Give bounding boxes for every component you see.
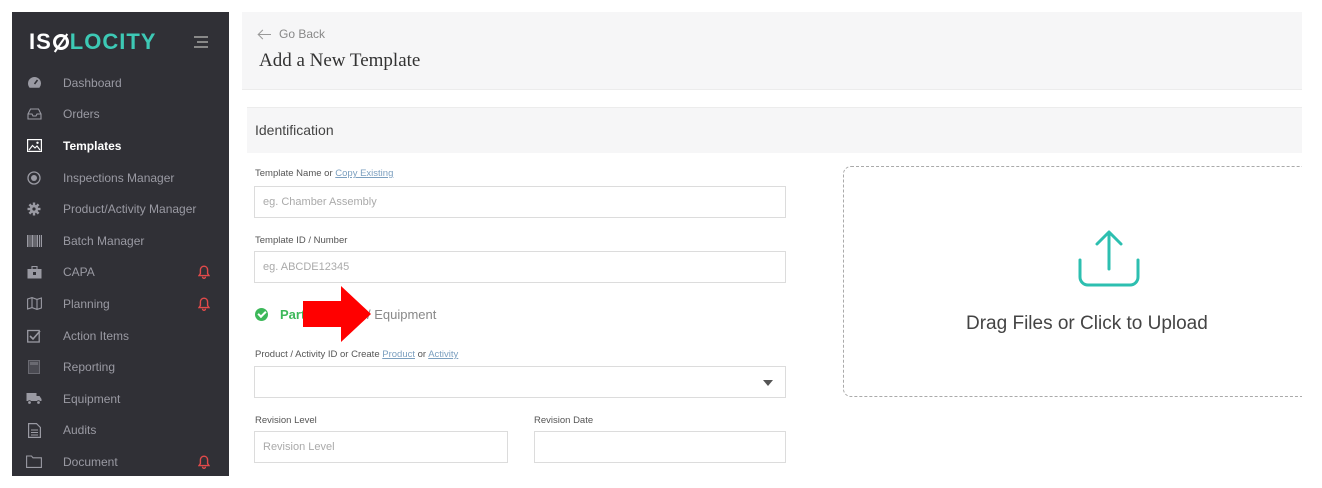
equipment-option[interactable]: / Equipment <box>367 307 436 322</box>
copy-existing-link[interactable]: Copy Existing <box>335 168 393 179</box>
product-activity-label: Product / Activity ID or Create Product … <box>255 349 459 360</box>
sidebar-item-label: Planning <box>63 296 110 311</box>
product-activity-select[interactable] <box>254 366 786 398</box>
menu-toggle-icon[interactable] <box>194 36 208 48</box>
sidebar-item-templates[interactable]: Templates <box>12 130 229 162</box>
sidebar-item-document[interactable]: Document <box>12 446 229 476</box>
caret-down-icon <box>763 380 773 386</box>
sidebar-nav: Dashboard Orders Templates Inspections M… <box>12 67 229 476</box>
sidebar-item-action-items[interactable]: Action Items <box>12 320 229 352</box>
part-equipment-toggle[interactable]: Part / Equipment <box>255 304 436 324</box>
document-icon <box>26 422 42 438</box>
sidebar-item-reporting[interactable]: Reporting <box>12 351 229 383</box>
create-activity-link[interactable]: Activity <box>428 349 458 360</box>
logo[interactable]: IS LOCITY <box>29 29 156 55</box>
sidebar-item-label: Equipment <box>63 391 121 406</box>
viewport-edge <box>1302 0 1322 488</box>
section-header-identification: Identification <box>247 107 1302 153</box>
create-product-link[interactable]: Product <box>382 349 415 360</box>
sidebar: ISLOCITY Dashboard Orders Templates Ins <box>12 12 229 476</box>
sidebar-item-product-activity-manager[interactable]: Product/Activity Manager <box>12 193 229 225</box>
truck-icon <box>26 392 42 406</box>
sidebar-item-audits[interactable]: Audits <box>12 415 229 447</box>
revision-date-label: Revision Date <box>534 415 594 426</box>
section-title: Identification <box>255 122 334 138</box>
sidebar-item-label: Dashboard <box>63 75 122 90</box>
template-id-label: Template ID / Number <box>255 235 348 246</box>
briefcase-icon <box>26 265 42 279</box>
template-id-input[interactable]: eg. ABCDE12345 <box>254 251 786 283</box>
revision-level-label: Revision Level <box>255 415 317 426</box>
checkbox-icon <box>26 329 42 343</box>
sidebar-item-batch-manager[interactable]: Batch Manager <box>12 225 229 257</box>
sidebar-item-label: Inspections Manager <box>63 170 175 185</box>
bell-alert-icon[interactable] <box>197 265 211 280</box>
check-circle-icon <box>255 307 268 321</box>
page-header: Go Back Add a New Template <box>242 12 1302 90</box>
sidebar-item-label: Orders <box>63 107 100 122</box>
template-id-placeholder: eg. ABCDE12345 <box>263 261 350 273</box>
bell-alert-icon[interactable] <box>197 455 211 469</box>
sidebar-item-dashboard[interactable]: Dashboard <box>12 67 229 99</box>
go-back-link[interactable]: Go Back <box>259 27 325 41</box>
sidebar-item-label: CAPA <box>63 265 95 280</box>
template-name-label: Template Name or Copy Existing <box>255 168 394 179</box>
gear-icon <box>26 202 42 216</box>
dashboard-icon <box>26 76 42 90</box>
arrow-left-icon <box>259 33 271 35</box>
upload-icon <box>1078 230 1140 287</box>
page-title: Add a New Template <box>259 50 421 71</box>
sidebar-item-label: Reporting <box>63 360 116 375</box>
sidebar-item-capa[interactable]: CAPA <box>12 257 229 289</box>
file-upload-dropzone[interactable]: Drag Files or Click to Upload <box>843 166 1313 397</box>
sidebar-item-inspections-manager[interactable]: Inspections Manager <box>12 162 229 194</box>
image-icon <box>26 139 42 153</box>
sidebar-item-label: Templates <box>63 138 122 153</box>
upload-label: Drag Files or Click to Upload <box>966 313 1208 334</box>
sidebar-item-planning[interactable]: Planning <box>12 288 229 320</box>
revision-level-input[interactable]: Revision Level <box>254 431 508 463</box>
sidebar-item-label: Product/Activity Manager <box>63 202 197 217</box>
part-option[interactable]: Part <box>280 307 305 322</box>
red-arrow-annotation-icon <box>303 286 371 342</box>
revision-date-input[interactable] <box>534 431 786 463</box>
sidebar-item-label: Action Items <box>63 328 130 343</box>
calculator-icon <box>26 360 42 375</box>
sidebar-item-orders[interactable]: Orders <box>12 99 229 131</box>
logo-o-icon <box>52 34 69 50</box>
target-icon <box>26 170 42 185</box>
sidebar-item-label: Document <box>63 454 118 469</box>
folder-icon <box>26 455 42 469</box>
template-name-placeholder: eg. Chamber Assembly <box>263 196 377 208</box>
logo-suffix: LOCITY <box>69 29 157 54</box>
barcode-icon <box>26 234 42 248</box>
map-icon <box>26 297 42 311</box>
logo-prefix: IS <box>29 29 52 54</box>
inbox-icon <box>26 107 42 121</box>
go-back-label: Go Back <box>279 27 326 41</box>
revision-level-placeholder: Revision Level <box>263 441 335 453</box>
sidebar-item-label: Audits <box>63 423 97 438</box>
sidebar-item-label: Batch Manager <box>63 233 145 248</box>
template-name-input[interactable]: eg. Chamber Assembly <box>254 186 786 218</box>
sidebar-item-equipment[interactable]: Equipment <box>12 383 229 415</box>
bell-alert-icon[interactable] <box>197 297 211 311</box>
